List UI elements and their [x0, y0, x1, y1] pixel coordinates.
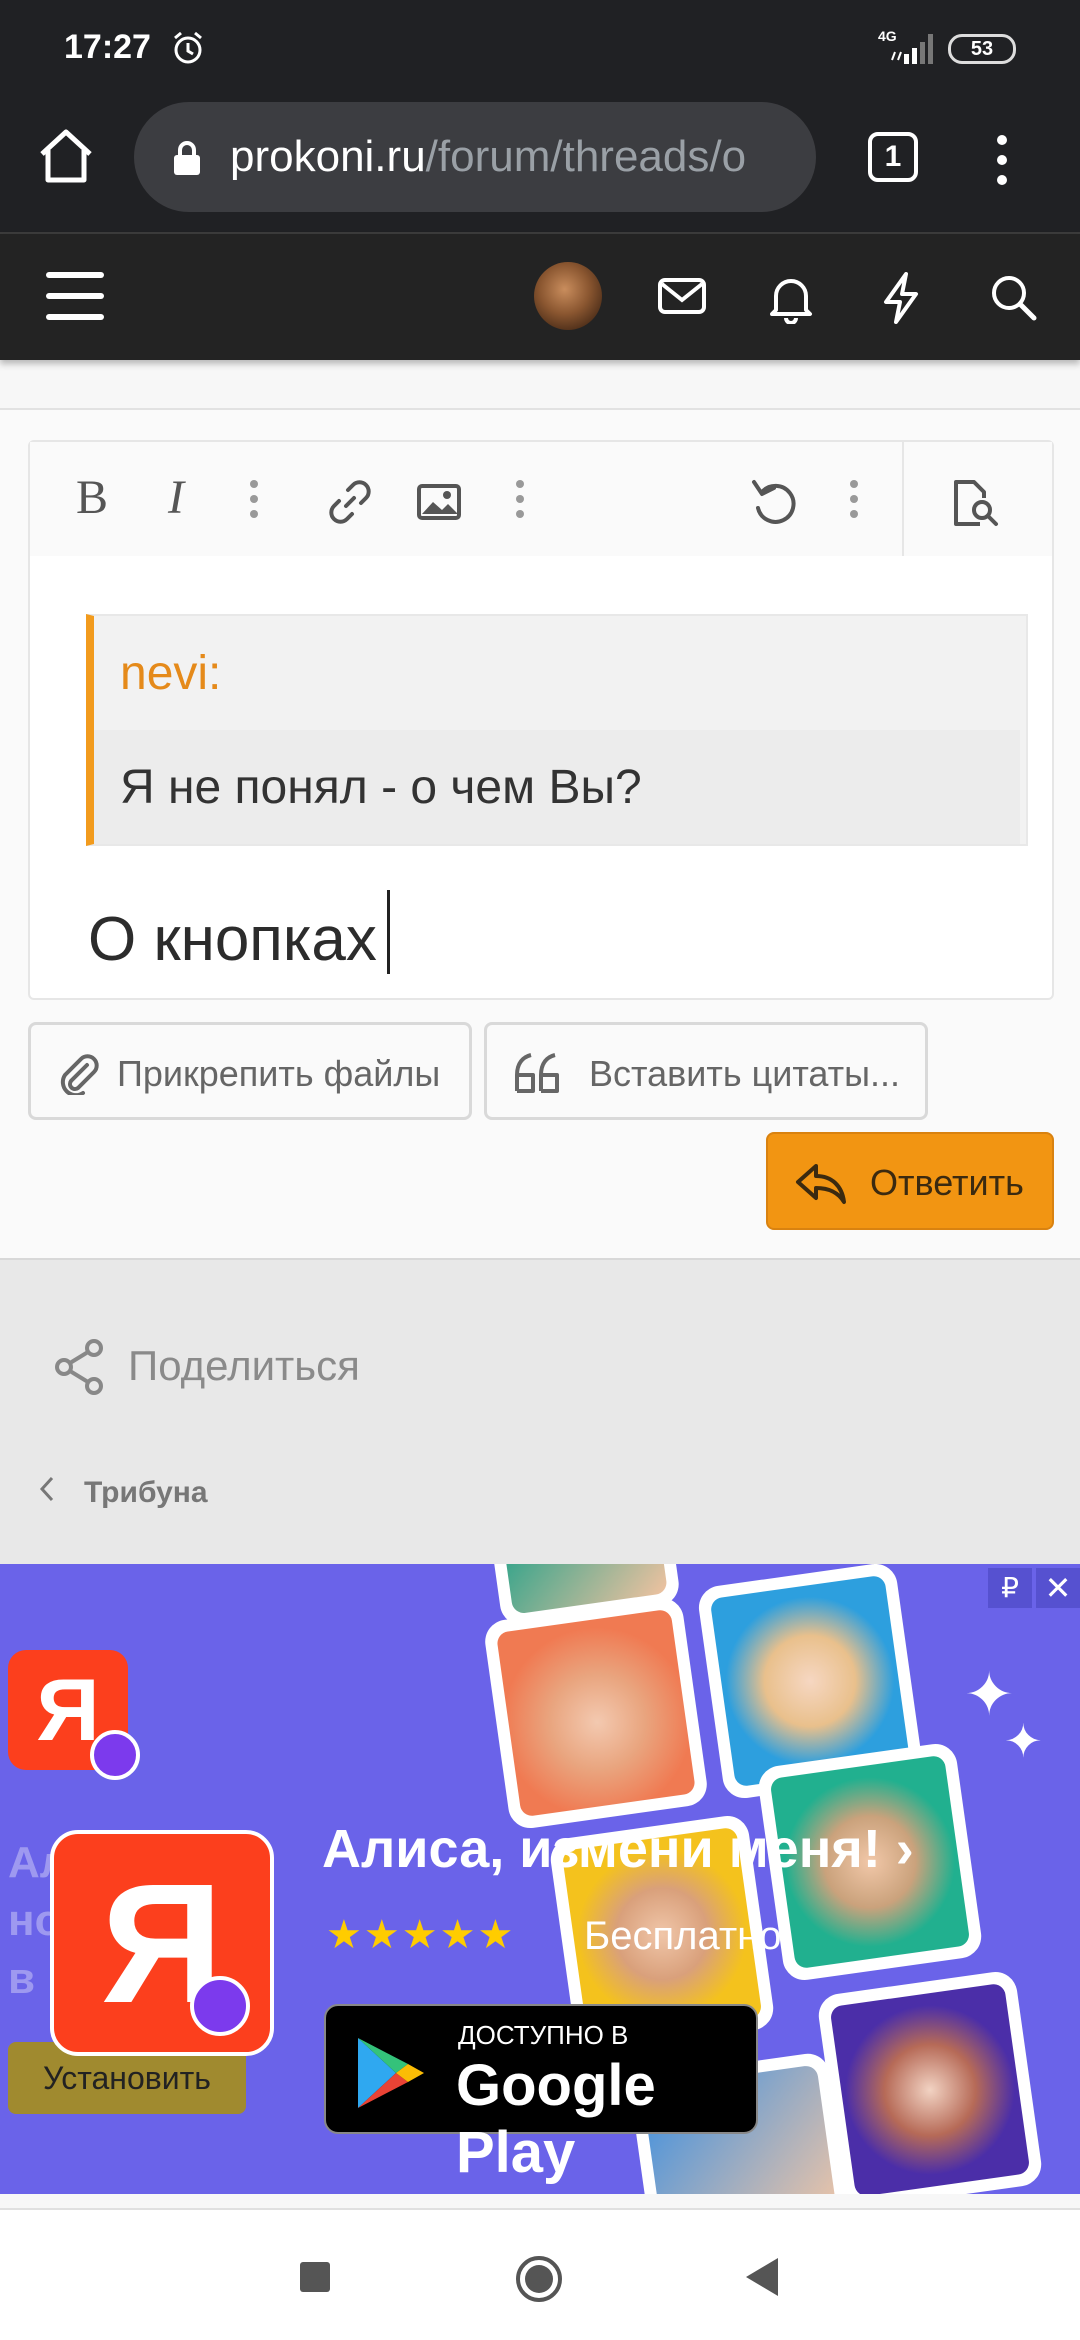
- quote-block: nevi: Я не понял - о чем Вы?: [86, 614, 1028, 846]
- home-icon[interactable]: [34, 124, 98, 188]
- home-button-icon[interactable]: [514, 2254, 564, 2304]
- alice-icon: [90, 1730, 140, 1780]
- italic-button[interactable]: I: [168, 470, 184, 526]
- more-insert-icon[interactable]: [514, 478, 526, 520]
- editor-text[interactable]: О кнопках: [88, 890, 390, 975]
- ad-title[interactable]: Алиса, измени меня! ›: [322, 1818, 914, 1880]
- advertisement-banner[interactable]: ✦ ✦ ₽ ✕ Я Ал но в Установить Я Алиса, из…: [0, 1564, 1080, 2194]
- tab-switcher-button[interactable]: 1: [868, 132, 918, 182]
- search-icon[interactable]: [988, 272, 1038, 322]
- preview-icon[interactable]: [950, 478, 1002, 528]
- quote-icon: [515, 1053, 559, 1093]
- bolt-icon[interactable]: [878, 272, 924, 324]
- url-text: prokoni.ru/forum/threads/o: [230, 132, 800, 182]
- lock-icon: [174, 141, 200, 175]
- alice-icon: [190, 1976, 250, 2036]
- image-icon[interactable]: [416, 482, 462, 522]
- quote-author: nevi:: [120, 647, 222, 700]
- signal-icon: [891, 34, 933, 64]
- attach-files-button[interactable]: Прикрепить файлы: [28, 1022, 472, 1120]
- typed-text: О кнопках: [88, 905, 377, 974]
- insert-quotes-label: Вставить цитаты...: [589, 1053, 901, 1094]
- editor-toolbar: B I: [30, 442, 1052, 556]
- breadcrumb[interactable]: Трибуна: [36, 1472, 208, 1511]
- avatar[interactable]: [534, 262, 602, 330]
- ad-photo: [482, 1595, 710, 1831]
- ad-close-button[interactable]: ✕: [1036, 1568, 1080, 1608]
- back-icon[interactable]: [742, 2256, 782, 2298]
- reply-label: Ответить: [870, 1162, 1024, 1203]
- store-badge-name: Google Play: [456, 2053, 656, 2185]
- quote-text: Я не понял - о чем Вы?: [120, 761, 642, 814]
- store-badge-caption: ДОСТУПНО В: [458, 2020, 629, 2050]
- share-icon: [55, 1339, 103, 1395]
- url-path: /forum/threads/o: [425, 132, 747, 181]
- menu-icon[interactable]: [44, 270, 106, 322]
- message-editor[interactable]: B I nevi: Я не понял - о чем Вы? О кнопк…: [28, 440, 1054, 1000]
- ad-price-badge[interactable]: ₽: [988, 1568, 1032, 1608]
- address-bar[interactable]: prokoni.ru/forum/threads/o: [134, 102, 816, 212]
- ad-photo: [815, 1969, 1045, 2194]
- reply-form: B I nevi: Я не понял - о чем Вы? О кнопк…: [0, 408, 1080, 1258]
- clock: 17:27: [64, 28, 151, 66]
- thread-footer: Поделиться Трибуна: [0, 1258, 1080, 1564]
- toolbar-divider: [902, 442, 904, 556]
- alarm-icon: [174, 31, 202, 64]
- bold-button[interactable]: B: [76, 470, 108, 526]
- rating-stars: ★★★★★: [326, 1913, 516, 1957]
- google-play-badge[interactable]: ДОСТУПНО В Google Play: [324, 2004, 758, 2185]
- more-options-icon[interactable]: [848, 478, 860, 520]
- chevron-left-icon: [39, 1476, 54, 1502]
- share-button[interactable]: Поделиться: [52, 1338, 360, 1401]
- system-navigation-bar: [0, 2208, 1080, 2340]
- recents-icon[interactable]: [298, 2260, 332, 2294]
- attach-files-label: Прикрепить файлы: [117, 1053, 441, 1094]
- breadcrumb-link[interactable]: Трибуна: [84, 1476, 208, 1510]
- paperclip-icon: [60, 1054, 99, 1095]
- battery-indicator: 53: [948, 34, 1016, 64]
- url-domain: prokoni.ru: [230, 132, 426, 181]
- more-options-icon[interactable]: [992, 132, 1012, 188]
- insert-quotes-button[interactable]: Вставить цитаты...: [484, 1022, 928, 1120]
- share-label: Поделиться: [128, 1342, 360, 1389]
- price-label: Бесплатно: [584, 1914, 782, 1958]
- browser-toolbar: prokoni.ru/forum/threads/o 1: [0, 92, 1080, 234]
- site-header: [0, 234, 1080, 360]
- reply-icon: [796, 1164, 846, 1204]
- undo-icon[interactable]: [750, 478, 800, 526]
- quote-body: Я не понял - о чем Вы?: [94, 730, 1020, 844]
- sparkle-icon: ✦: [1004, 1715, 1043, 1767]
- status-bar: 17:27 4G 53: [0, 0, 1080, 92]
- bell-icon[interactable]: [766, 272, 816, 324]
- text-caret: [386, 890, 390, 974]
- google-play-icon: [358, 2038, 424, 2108]
- mail-icon[interactable]: [656, 272, 708, 320]
- more-formatting-icon[interactable]: [248, 478, 260, 520]
- link-icon[interactable]: [326, 478, 374, 526]
- reply-button[interactable]: Ответить: [766, 1132, 1054, 1230]
